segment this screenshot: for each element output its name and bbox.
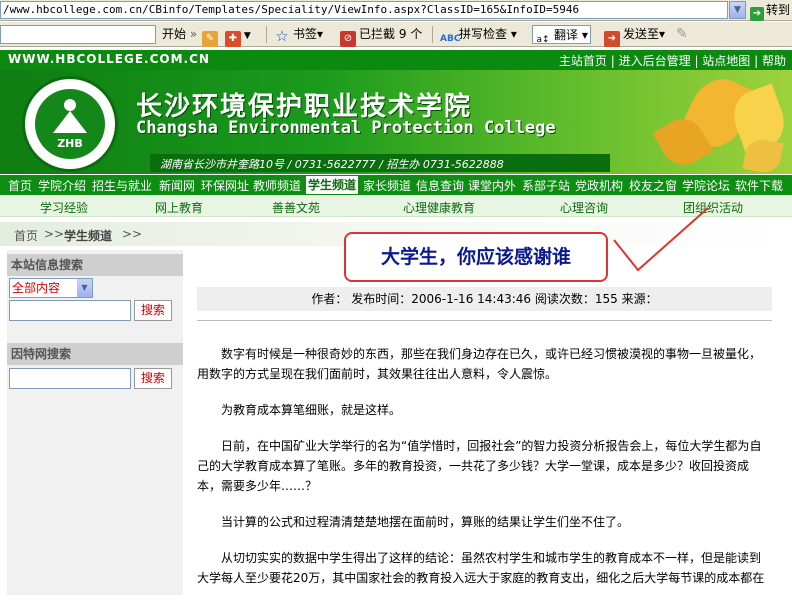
annotation-arrow xyxy=(613,207,709,272)
article-paragraph: 当计算的公式和过程清清楚楚地摆在面前时，算账的结果让学生们坐不住了。 xyxy=(221,515,630,529)
address-input[interactable]: /www.hbcollege.com.cn/CBinfo/Templates/S… xyxy=(0,1,728,19)
article-body: 数字有时候是一种很奇妙的东西，那些在我们身边存在已久，或许已经习惯被漠视的事物一… xyxy=(197,344,772,604)
article-paragraph: 数字有时候是一种很奇妙的东西，那些在我们身边存在已久，或许已经习惯被漠视的事物一… xyxy=(197,347,762,381)
web-search-input[interactable] xyxy=(9,368,131,389)
nav-item-download[interactable]: 软件下载 xyxy=(735,177,783,194)
web-search-title: 因特网搜索 xyxy=(7,343,183,365)
article-paragraph: 为教育成本算笔细账，就是这样。 xyxy=(221,403,402,417)
nav-item-teacher[interactable]: 教师频道 xyxy=(253,177,301,194)
top-link-help[interactable]: 帮助 xyxy=(762,54,786,68)
article-title: 大学生，你应该感谢谁 xyxy=(380,246,571,268)
tools-icon: ✎ xyxy=(202,31,218,47)
bookmarks-button[interactable]: ☆ 书签▾ xyxy=(274,25,323,44)
breadcrumb-home[interactable]: 首页 xyxy=(14,227,38,244)
subnav-mental-health[interactable]: 心理健康教育 xyxy=(403,199,475,216)
nav-item-student[interactable]: 学生频道 xyxy=(306,176,359,194)
top-link-admin[interactable]: 进入后台管理 xyxy=(619,54,691,68)
article-meta: 作者： 发布时间：2006-1-16 14:43:46 阅读次数：155 来源： xyxy=(197,287,772,311)
subnav-online-edu[interactable]: 网上教育 xyxy=(155,199,203,216)
nav-item-dept[interactable]: 系部子站 xyxy=(522,177,570,194)
article-paragraph: 日前，在中国矿业大学举行的名为“值学惜时，回报社会”的智力投资分析报告会上，每位… xyxy=(197,439,762,493)
college-logo: ZHB xyxy=(22,76,118,172)
start-button[interactable]: 开始 » xyxy=(162,25,197,44)
translate-icon: a↕ xyxy=(536,35,550,45)
nav-item-query[interactable]: 信息查询 xyxy=(416,177,464,194)
site-search-title: 本站信息搜索 xyxy=(7,254,183,276)
main-nav: 首页 学院介绍 招生与就业 新闻网 环保网址 教师频道 学生频道 家长频道 信息… xyxy=(0,175,792,195)
popup-blocked-icon: ⊘ xyxy=(340,31,356,47)
go-button[interactable]: ➔ 转到 xyxy=(750,1,792,21)
address-bar: /www.hbcollege.com.cn/CBinfo/Templates/S… xyxy=(0,0,792,21)
toolbar-search-field[interactable] xyxy=(0,25,156,44)
send-to-button[interactable]: ➜ 发送至▾ xyxy=(604,25,665,47)
breadcrumb-current[interactable]: 学生频道 xyxy=(64,227,112,244)
nav-item-intro[interactable]: 学院介绍 xyxy=(38,177,86,194)
web-search-button[interactable]: 搜索 xyxy=(134,368,172,389)
breadcrumb-separator: >> xyxy=(44,227,65,241)
top-link-sitemap[interactable]: 站点地图 xyxy=(702,54,750,68)
nav-item-env-links[interactable]: 环保网址 xyxy=(201,177,249,194)
spellcheck-icon: ABC xyxy=(440,34,461,44)
nav-item-alumni[interactable]: 校友之窗 xyxy=(629,177,677,194)
chevron-down-icon: ▼ xyxy=(77,279,92,297)
send-icon: ➜ xyxy=(604,31,620,47)
nav-item-forum[interactable]: 学院论坛 xyxy=(682,177,730,194)
site-top-strip: WWW.HBCOLLEGE.COM.CN 主站首页 | 进入后台管理 | 站点地… xyxy=(0,50,792,70)
subnav-literature[interactable]: 善善文苑 xyxy=(272,199,320,216)
nav-item-home[interactable]: 首页 xyxy=(8,177,32,194)
toolbar-tools-button[interactable]: ✎ ✚ ▼ xyxy=(202,25,251,47)
address-dropdown-arrow-icon[interactable]: ▼ xyxy=(729,1,746,19)
pencil-icon[interactable]: ✎ xyxy=(676,25,688,44)
nav-item-party[interactable]: 党政机构 xyxy=(575,177,623,194)
site-search-button[interactable]: 搜索 xyxy=(134,300,172,321)
go-arrow-icon: ➔ xyxy=(750,7,764,21)
search-scope-select[interactable]: 全部内容 ▼ xyxy=(9,278,93,298)
article-title-callout: 大学生，你应该感谢谁 xyxy=(344,232,608,282)
top-link-home[interactable]: 主站首页 xyxy=(559,54,607,68)
nav-item-admission[interactable]: 招生与就业 xyxy=(92,177,152,194)
site-search-input[interactable] xyxy=(9,300,131,321)
popup-blocker-button[interactable]: ⊘ 已拦截 9 个 xyxy=(340,25,422,47)
nav-item-news[interactable]: 新闻网 xyxy=(159,177,195,194)
site-url-text: WWW.HBCOLLEGE.COM.CN xyxy=(8,52,210,66)
browser-toolbar: 开始 » ✎ ✚ ▼ ☆ 书签▾ ⊘ 已拦截 9 个 ABC拼写检查 ▾ a↕ 翻译 ▾… xyxy=(0,22,792,47)
translate-button[interactable]: a↕ 翻译 ▾ xyxy=(532,25,591,45)
college-name-en: Changsha Environmental Protection Colleg… xyxy=(136,118,556,138)
nav-item-parent[interactable]: 家长频道 xyxy=(363,177,411,194)
article-paragraph: 从切切实实的数据中学生得出了这样的结论：虽然农村学生和城市学生的教育成本不一样，… xyxy=(197,551,765,585)
address-strip: 湖南省长沙市井奎路10号 / 0731-5622777 / 招生办 0731-5… xyxy=(150,154,610,172)
logo-text: ZHB xyxy=(57,137,83,150)
nav-item-class[interactable]: 课堂内外 xyxy=(468,177,516,194)
left-sidebar: 本站信息搜索 全部内容 ▼ 搜索 因特网搜索 搜索 xyxy=(7,250,183,595)
addon-icon: ✚ xyxy=(224,31,241,47)
go-label: 转到 xyxy=(766,3,791,17)
site-banner: ZHB 长沙环境保护职业技术学院 Changsha Environmental … xyxy=(0,70,792,174)
spellcheck-button[interactable]: ABC拼写检查 ▾ xyxy=(440,25,517,44)
breadcrumb-separator: >> xyxy=(122,227,143,241)
subnav-study[interactable]: 学习经验 xyxy=(40,199,88,216)
top-links: 主站首页 | 进入后台管理 | 站点地图 | 帮助 xyxy=(558,54,786,68)
article-divider xyxy=(197,320,772,321)
college-address: 湖南省长沙市井奎路10号 / 0731-5622777 / 招生办 0731-5… xyxy=(160,158,504,171)
star-icon: ☆ xyxy=(275,27,289,45)
